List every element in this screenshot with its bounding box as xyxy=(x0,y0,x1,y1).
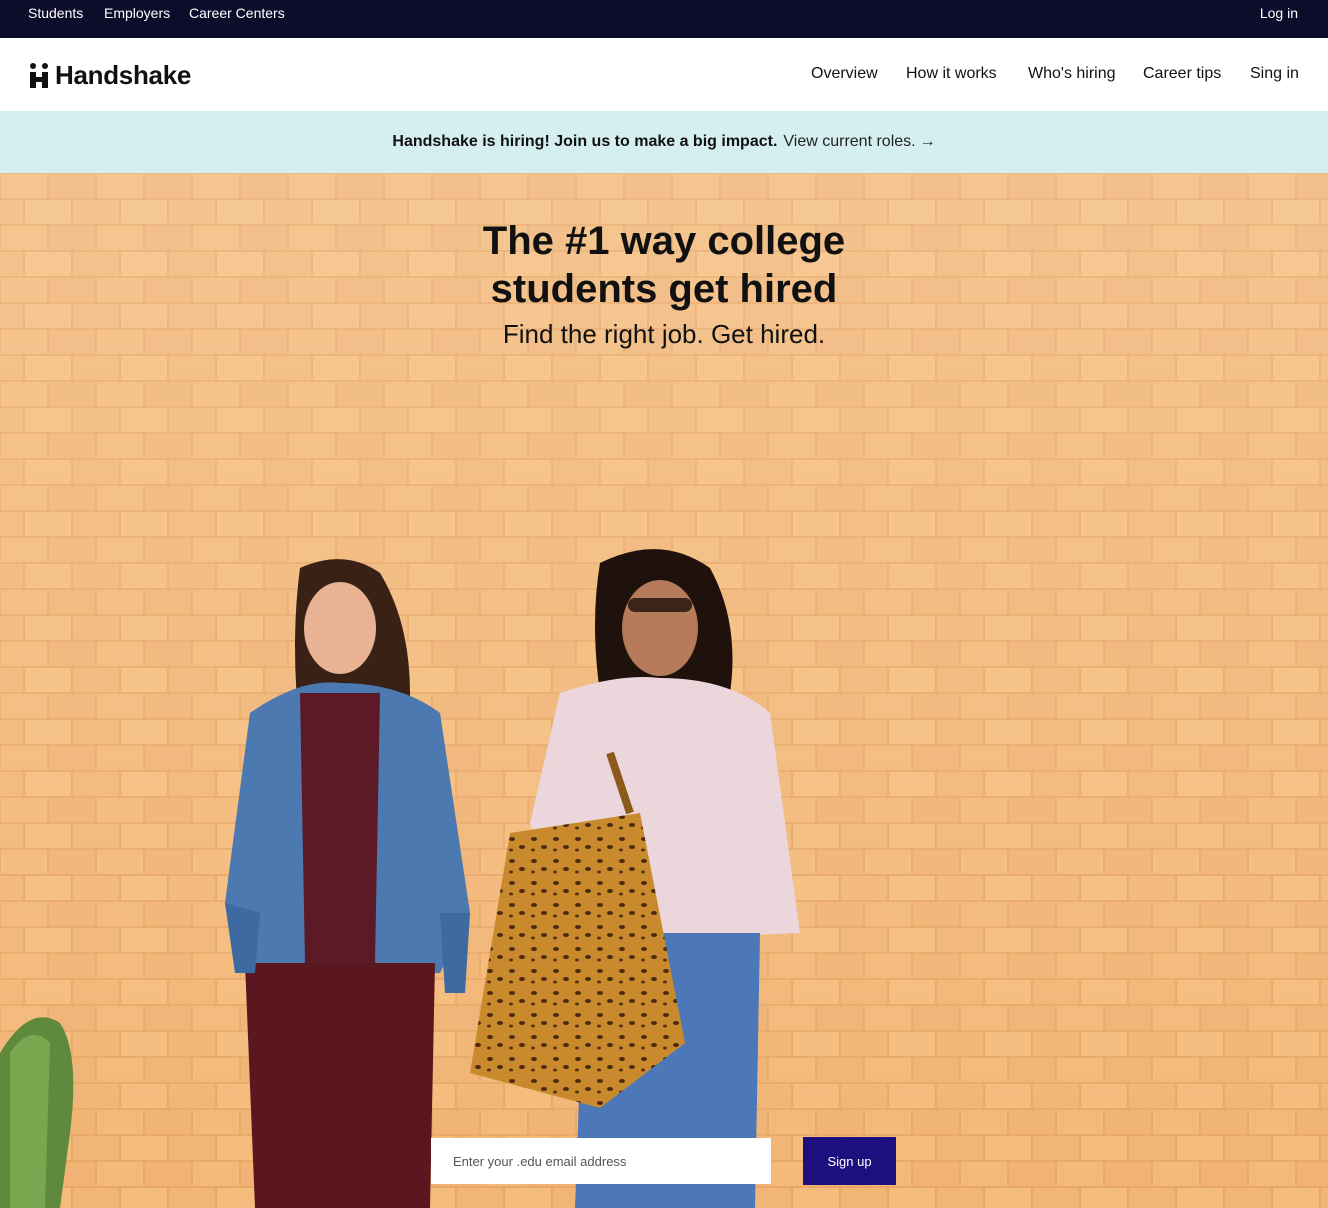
utility-link-students[interactable]: Students xyxy=(28,5,83,21)
nav-career-tips[interactable]: Career tips xyxy=(1143,65,1221,83)
utility-bar: Students Employers Career Centers Log in xyxy=(0,0,1328,38)
hero-section: The #1 way college students get hired Fi… xyxy=(0,173,1328,1208)
hiring-banner: Handshake is hiring! Join us to make a b… xyxy=(0,111,1328,173)
utility-link-employers[interactable]: Employers xyxy=(104,5,170,21)
hero-subtitle: Find the right job. Get hired. xyxy=(502,319,826,349)
nav-whos-hiring[interactable]: Who's hiring xyxy=(1028,65,1116,83)
nav-how-it-works[interactable]: How it works xyxy=(906,65,997,83)
signup-button[interactable]: Sign up xyxy=(803,1137,896,1185)
view-roles-link[interactable]: View current roles. xyxy=(783,133,915,151)
nav-overview[interactable]: Overview xyxy=(811,65,878,83)
main-header: Handshake Overview How it works Who's hi… xyxy=(0,38,1328,111)
utility-link-career-centers[interactable]: Career Centers xyxy=(189,5,285,21)
hero-title: The #1 way college students get hired xyxy=(482,219,846,311)
banner-message: Handshake is hiring! Join us to make a b… xyxy=(392,133,778,150)
logo-text: Handshake xyxy=(55,59,192,90)
nav-sign-in[interactable]: Sing in xyxy=(1250,65,1299,83)
edu-email-input[interactable] xyxy=(431,1138,771,1184)
handshake-logo-icon xyxy=(30,63,48,88)
handshake-logo[interactable]: Handshake xyxy=(28,59,192,90)
login-link[interactable]: Log in xyxy=(1260,5,1298,21)
arrow-right-icon[interactable]: → xyxy=(920,133,936,151)
